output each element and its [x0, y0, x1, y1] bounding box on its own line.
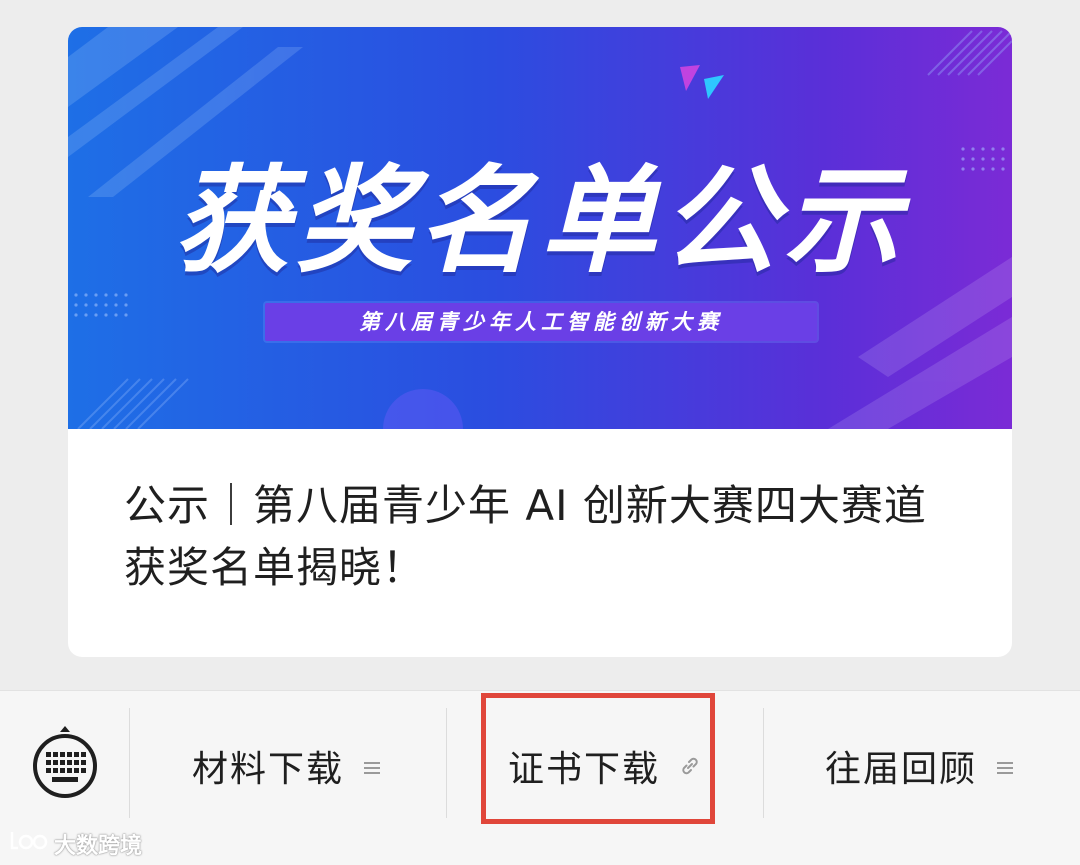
- menu-item-label: 往届回顾: [825, 749, 978, 790]
- watermark-logo-icon: [8, 828, 48, 860]
- menu-divider: [129, 708, 130, 818]
- banner-title: 获奖名单公示: [174, 154, 906, 289]
- keyboard-toggle-button[interactable]: [30, 724, 100, 814]
- menu-item-label: 材料下载: [192, 749, 345, 790]
- menu-item-past-review[interactable]: 往届回顾: [825, 740, 1015, 792]
- menu-divider: [446, 708, 447, 818]
- keyboard-icon: [33, 726, 97, 798]
- highlight-annotation-box: [481, 693, 715, 824]
- article-title[interactable]: 公示｜第八届青少年 AI 创新大赛四大赛道获奖名单揭晓！: [124, 475, 964, 599]
- article-cover-image: 获奖名单公示 第八届青少年人工智能创新大赛: [68, 27, 1012, 429]
- menu-divider: [763, 708, 764, 818]
- menu-lines-icon: [362, 746, 382, 787]
- menu-lines-icon: [995, 746, 1015, 787]
- page: 获奖名单公示 第八届青少年人工智能创新大赛 公示｜第八届青少年 AI 创新大赛四…: [0, 0, 1080, 865]
- watermark-text: 大数跨境: [54, 834, 143, 859]
- article-card[interactable]: 获奖名单公示 第八届青少年人工智能创新大赛 公示｜第八届青少年 AI 创新大赛四…: [68, 27, 1012, 657]
- menu-item-materials-download[interactable]: 材料下载: [192, 740, 382, 792]
- watermark: 大数跨境: [8, 826, 142, 862]
- banner-subtitle: 第八届青少年人工智能创新大赛: [265, 303, 817, 341]
